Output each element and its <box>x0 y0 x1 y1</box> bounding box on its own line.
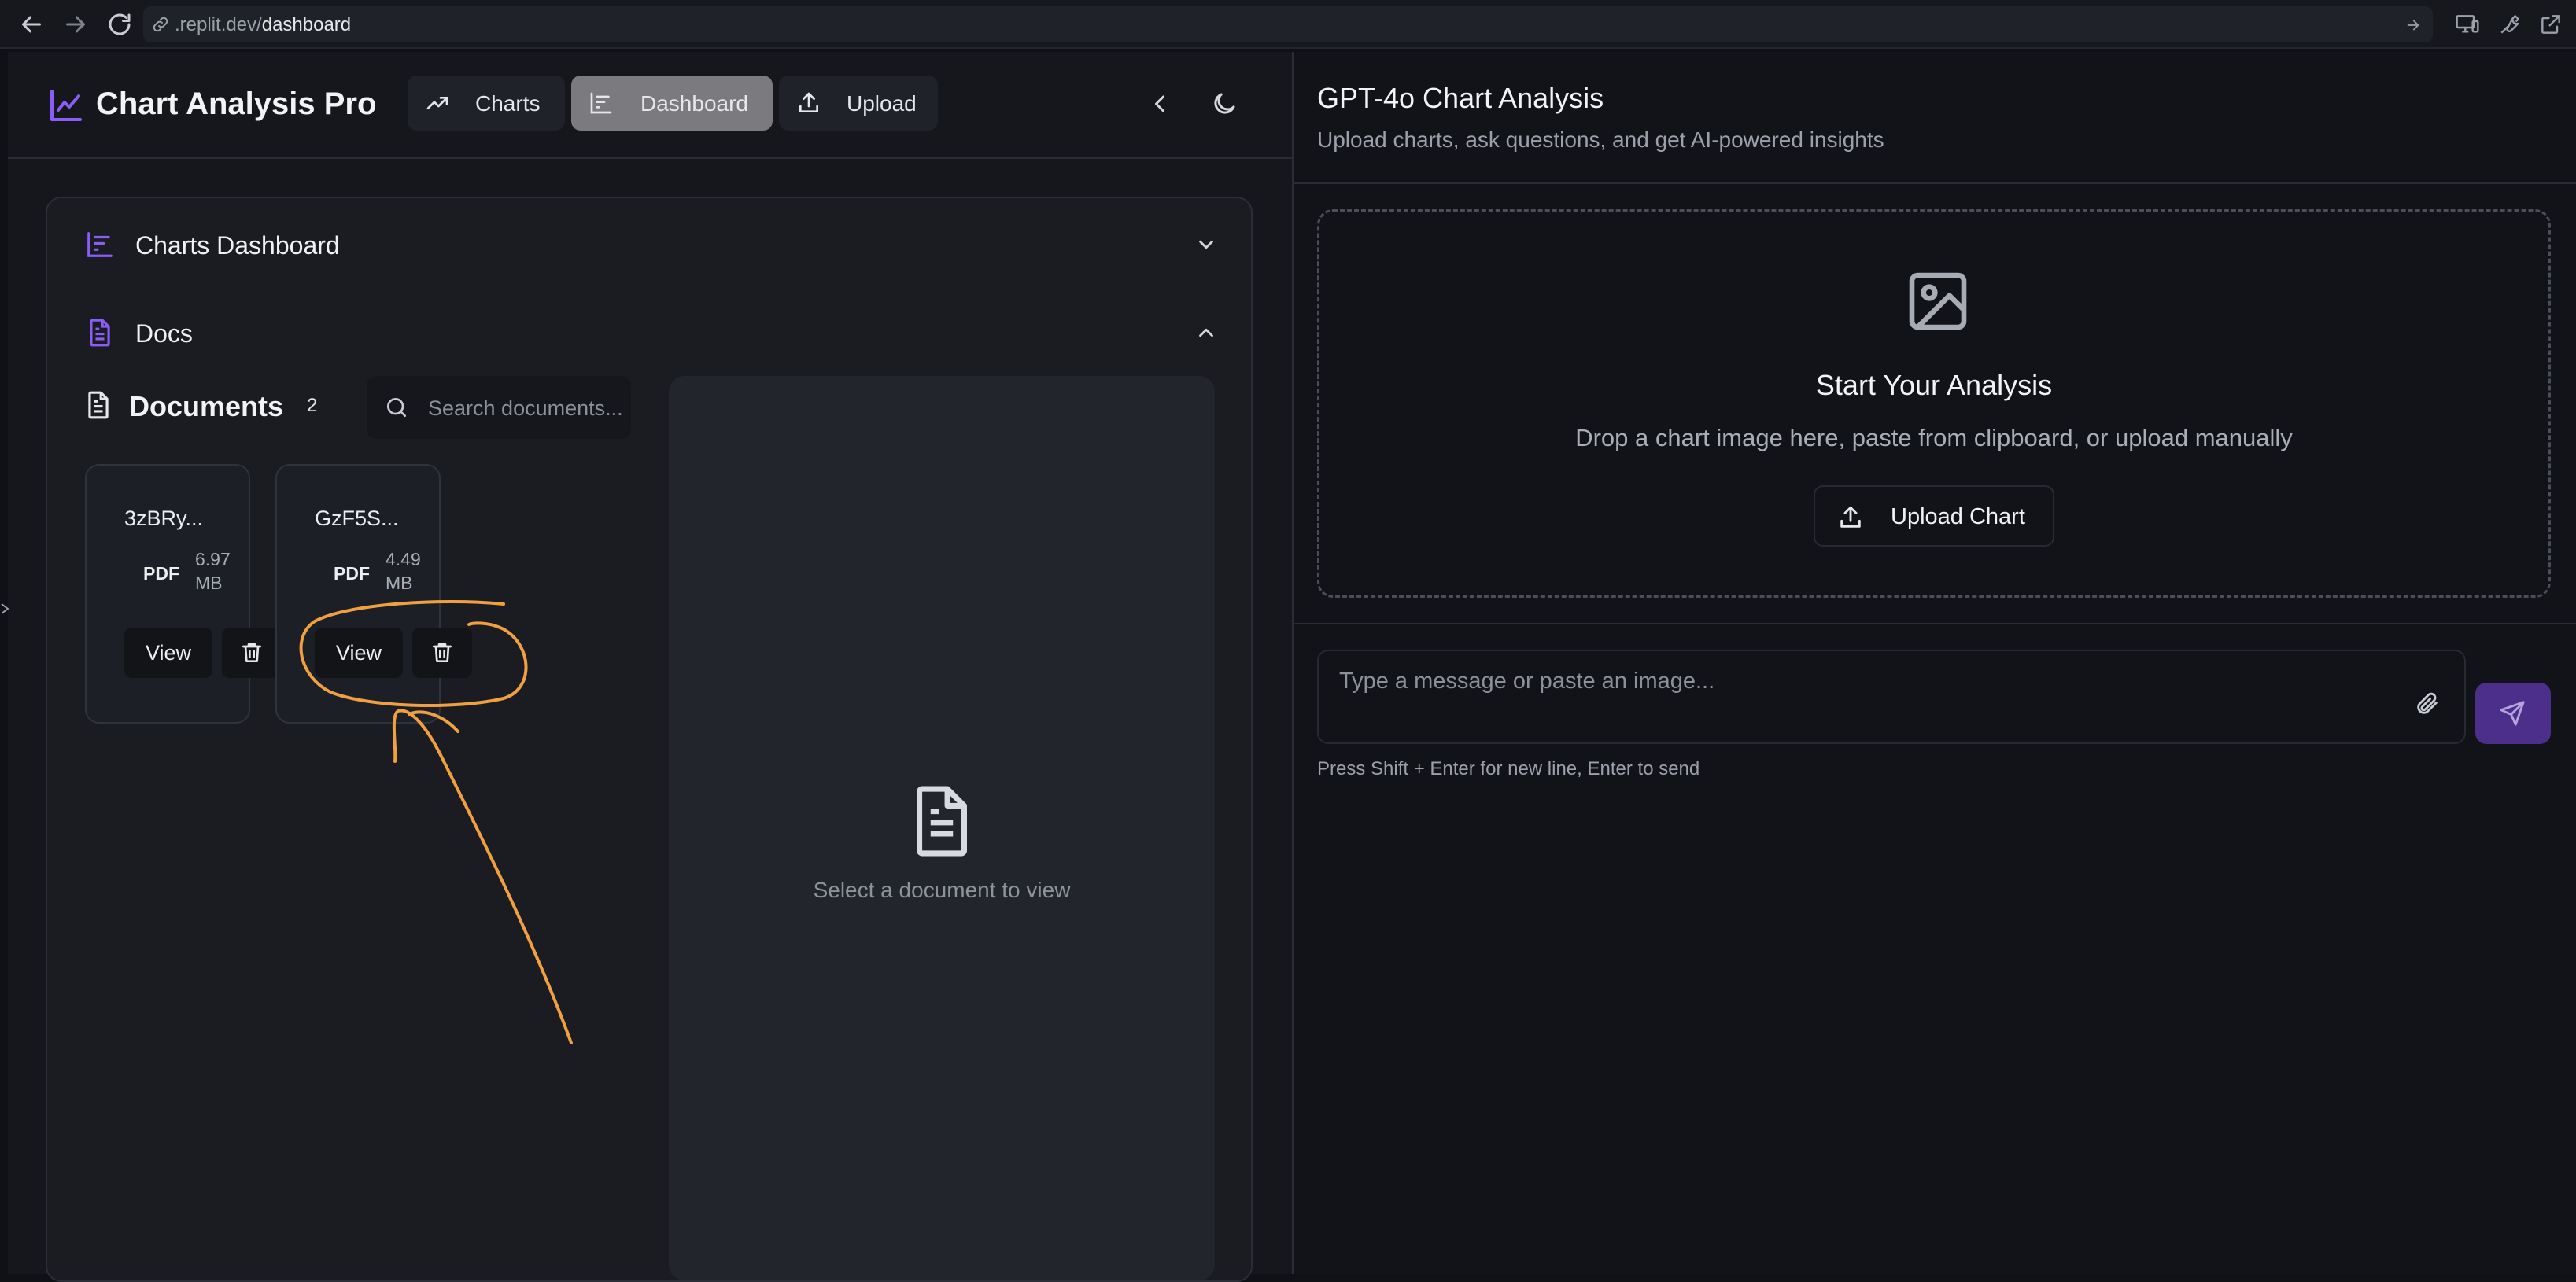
document-size: 6.97 MB <box>195 549 231 593</box>
line-chart-logo-icon <box>47 87 85 124</box>
trending-up-icon <box>425 90 450 116</box>
document-name: GzF5S... <box>315 507 399 530</box>
message-hint: Press Shift + Enter for new line, Enter … <box>1317 758 1700 779</box>
document-type: PDF <box>334 563 370 584</box>
documents-icon <box>83 390 113 420</box>
section-charts-dashboard-label: Charts Dashboard <box>135 231 340 260</box>
chevron-down-icon <box>1194 233 1218 256</box>
send-button[interactable] <box>2475 683 2551 744</box>
tab-upload-label: Upload <box>847 91 917 116</box>
wrench-icon[interactable] <box>2497 12 2522 37</box>
forward-icon[interactable] <box>61 10 90 39</box>
documents-count-badge: 2 <box>307 395 318 416</box>
documents-title: Documents <box>129 390 284 422</box>
upload-chart-button[interactable]: Upload Chart <box>1814 485 2054 547</box>
document-icon <box>85 318 115 348</box>
chevron-up-icon <box>1194 321 1218 344</box>
viewer-empty-text: Select a document to view <box>813 878 1071 902</box>
url-path: dashboard <box>261 14 352 35</box>
address-bar[interactable]: .replit.dev/dashboard <box>143 6 2433 42</box>
tab-dashboard[interactable]: Dashboard <box>571 76 773 131</box>
tab-charts[interactable]: Charts <box>408 76 565 131</box>
message-input[interactable]: Type a message or paste an image... <box>1317 650 2466 744</box>
forward-arrow-icon[interactable] <box>2404 17 2422 34</box>
search-icon <box>384 395 409 420</box>
upload-icon <box>796 90 821 116</box>
link-icon <box>151 15 170 34</box>
bar-chart-icon <box>85 230 115 260</box>
send-icon <box>2500 701 2525 726</box>
search-placeholder: Search documents... <box>428 396 623 420</box>
document-card[interactable]: 3zBRy... PDF 6.97 MB View <box>85 464 282 724</box>
analysis-title: GPT-4o Chart Analysis <box>1317 82 1604 114</box>
tab-dashboard-label: Dashboard <box>640 91 748 116</box>
app-header: Chart Analysis Pro Charts Dashboard Uplo… <box>8 52 1292 159</box>
document-card[interactable]: GzF5S... PDF 4.49 MB View <box>275 464 472 724</box>
paperclip-icon[interactable] <box>2414 691 2441 717</box>
tab-charts-label: Charts <box>475 91 541 116</box>
document-placeholder-icon <box>908 783 976 859</box>
trash-icon <box>242 643 261 662</box>
document-name: 3zBRy... <box>124 507 204 530</box>
bar-chart-icon <box>589 90 614 116</box>
document-size: 4.49 MB <box>386 549 421 593</box>
panel-expand-handle-icon[interactable] <box>0 598 11 620</box>
browser-toolbar: .replit.dev/dashboard <box>0 0 2576 49</box>
delete-document-button[interactable] <box>412 628 472 678</box>
message-placeholder: Type a message or paste an image... <box>1339 669 1715 694</box>
search-documents-input[interactable]: Search documents... <box>367 376 631 439</box>
analysis-pane: GPT-4o Chart Analysis Upload charts, ask… <box>1294 52 2576 1274</box>
app-title: Chart Analysis Pro <box>96 87 377 121</box>
upload-icon <box>1837 504 1864 531</box>
divider <box>1294 623 2576 624</box>
document-type: PDF <box>143 563 179 584</box>
section-docs-label: Docs <box>135 319 193 348</box>
section-docs[interactable]: Docs <box>85 308 1218 355</box>
view-document-button[interactable]: View <box>315 628 403 678</box>
moon-icon[interactable] <box>1210 90 1238 118</box>
analysis-subtitle: Upload charts, ask questions, and get AI… <box>1317 127 1884 152</box>
tab-upload[interactable]: Upload <box>779 76 938 131</box>
url-host: .replit.dev/ <box>175 14 262 35</box>
upload-chart-label: Upload Chart <box>1891 504 2025 529</box>
back-icon[interactable] <box>17 10 46 39</box>
dashboard-card: Charts Dashboard Docs Documents 2 Search… <box>46 197 1253 1282</box>
devices-icon[interactable] <box>2455 12 2480 37</box>
reload-icon[interactable] <box>105 10 134 39</box>
dropzone-title: Start Your Analysis <box>1815 369 2053 401</box>
url-text: .replit.dev/dashboard <box>175 14 351 36</box>
collapse-panel-icon[interactable] <box>1146 90 1174 118</box>
delete-document-button[interactable] <box>222 628 282 678</box>
view-document-button[interactable]: View <box>124 628 212 678</box>
document-viewer: Select a document to view <box>669 376 1215 1280</box>
image-icon <box>1903 267 1973 336</box>
trash-icon <box>433 643 452 662</box>
section-charts-dashboard[interactable]: Charts Dashboard <box>85 220 1218 267</box>
open-external-icon[interactable] <box>2538 12 2563 37</box>
dropzone-text: Drop a chart image here, paste from clip… <box>1575 424 2293 451</box>
divider <box>1294 182 2576 184</box>
chart-dropzone[interactable]: Start Your Analysis Drop a chart image h… <box>1317 209 2551 598</box>
